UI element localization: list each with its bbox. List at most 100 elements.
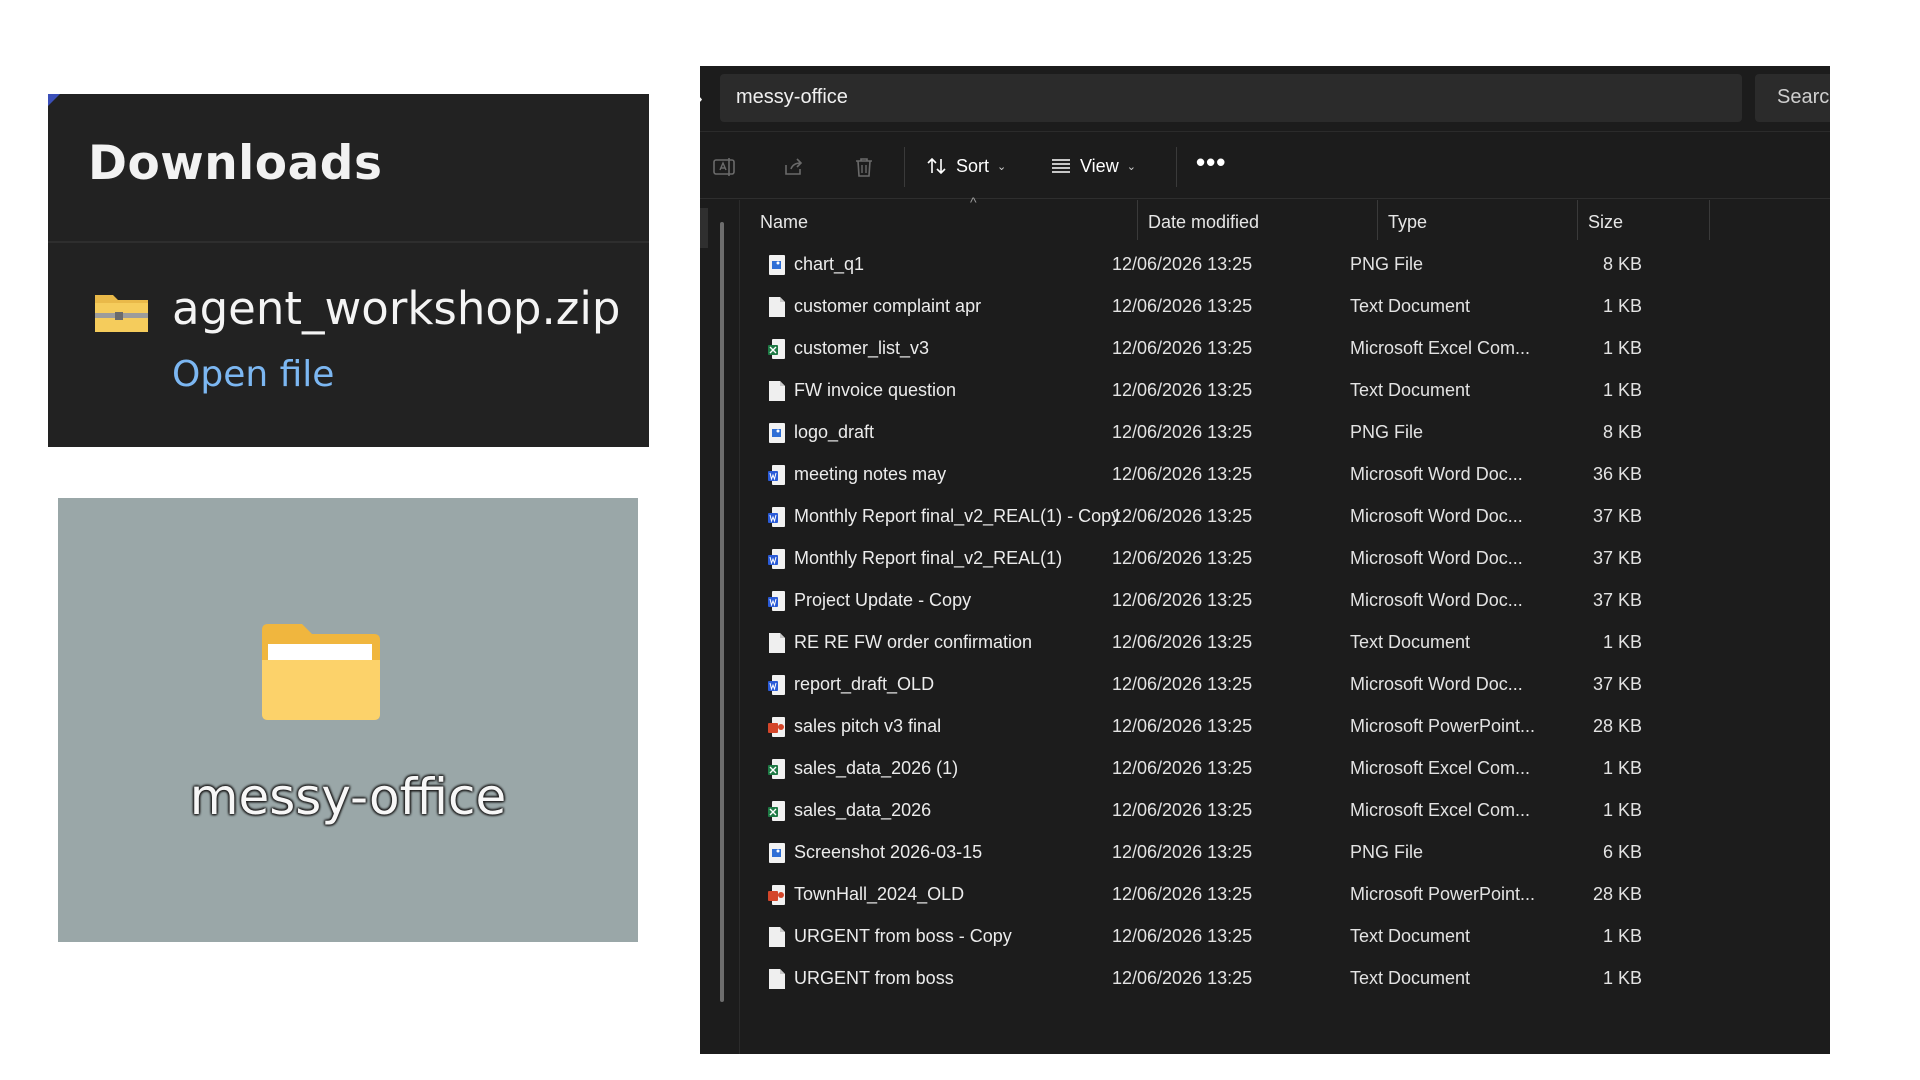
- file-row[interactable]: Monthly Report final_v2_REAL(1) - Copy 12…: [740, 497, 1830, 539]
- date-modified: 12/06/2026 13:25: [1112, 842, 1253, 862]
- column-header-name[interactable]: Name ^: [750, 194, 1138, 240]
- nav-scrollbar[interactable]: [720, 222, 724, 1002]
- file-explorer-window: › messy-office Search: [700, 66, 1830, 1054]
- chevron-right-icon[interactable]: ›: [700, 88, 703, 111]
- date-modified: 12/06/2026 13:25: [1112, 506, 1253, 526]
- file-row[interactable]: URGENT from boss - Copy 12/06/2026 13:25 T…: [740, 917, 1830, 959]
- file-type: PNG File: [1350, 422, 1424, 442]
- open-file-link[interactable]: Open file: [172, 354, 334, 395]
- zip-folder-icon: [95, 295, 148, 332]
- date-modified: 12/06/2026 13:25: [1112, 548, 1253, 568]
- file-size: 28 KB: [1592, 716, 1642, 736]
- rename-icon[interactable]: [712, 155, 736, 179]
- png-file-icon: [769, 255, 785, 275]
- file-size: 37 KB: [1592, 506, 1642, 526]
- txt-file-icon: [769, 297, 785, 317]
- file-name: FW invoice question: [794, 380, 957, 400]
- download-file-name[interactable]: agent_workshop.zip: [172, 282, 620, 335]
- txt-file-icon: [769, 633, 785, 653]
- date-modified: 12/06/2026 13:25: [1112, 968, 1253, 988]
- search-input[interactable]: Search: [1755, 74, 1830, 122]
- file-row[interactable]: URGENT from boss 12/06/2026 13:25 Text Doc…: [740, 959, 1830, 1001]
- column-header-date[interactable]: Date modified: [1138, 200, 1378, 240]
- file-row[interactable]: Monthly Report final_v2_REAL(1) 12/06/202…: [740, 539, 1830, 581]
- desktop-area: messy-office: [58, 498, 638, 942]
- file-name: sales_data_2026 (1): [794, 758, 959, 778]
- file-row[interactable]: chart_q1 12/06/2026 13:25 PNG File 8 KB: [740, 245, 1830, 287]
- txt-file-icon: [769, 969, 785, 989]
- file-name: logo_draft: [794, 422, 875, 442]
- file-size: 37 KB: [1592, 590, 1642, 610]
- file-type: Microsoft Excel Com...: [1350, 338, 1531, 358]
- chevron-down-icon: ⌄: [1126, 160, 1136, 173]
- file-row[interactable]: meeting notes may 12/06/2026 13:25 Microso…: [740, 455, 1830, 497]
- date-modified: 12/06/2026 13:25: [1112, 632, 1253, 652]
- doc-file-icon: [768, 549, 785, 569]
- file-row[interactable]: sales_data_2026 12/06/2026 13:25 Microsoft…: [740, 791, 1830, 833]
- view-list-icon: [1052, 159, 1070, 173]
- file-size: 8 KB: [1602, 422, 1642, 442]
- date-modified: 12/06/2026 13:25: [1112, 590, 1253, 610]
- date-modified: 12/06/2026 13:25: [1112, 926, 1253, 946]
- column-type-label: Type: [1388, 212, 1428, 232]
- file-row[interactable]: sales_data_2026 (1) 12/06/2026 13:25 Micro…: [740, 749, 1830, 791]
- file-type: Text Document: [1350, 296, 1471, 316]
- file-type: Microsoft Word Doc...: [1350, 674, 1523, 694]
- file-type: PNG File: [1350, 842, 1424, 862]
- png-file-icon: [769, 423, 785, 443]
- file-type: Microsoft Word Doc...: [1350, 590, 1523, 610]
- file-size: 36 KB: [1592, 464, 1642, 484]
- file-size: 37 KB: [1592, 548, 1642, 568]
- file-row[interactable]: Project Update - Copy 12/06/2026 13:25 Mic…: [740, 581, 1830, 623]
- more-options-icon[interactable]: •••: [1196, 147, 1226, 178]
- file-type: Microsoft Word Doc...: [1350, 464, 1523, 484]
- file-size: 37 KB: [1592, 674, 1642, 694]
- file-row[interactable]: TownHall_2024_OLD 12/06/2026 13:25 Microso…: [740, 875, 1830, 917]
- sort-icon: [927, 157, 946, 175]
- file-row[interactable]: Screenshot 2026-03-15 12/06/2026 13:25 PNG…: [740, 833, 1830, 875]
- chevron-down-icon: ⌄: [997, 160, 1007, 173]
- date-modified: 12/06/2026 13:25: [1112, 422, 1253, 442]
- ppt-file-icon: [768, 885, 785, 905]
- column-header-size[interactable]: Size: [1578, 200, 1710, 240]
- file-size: 1 KB: [1602, 926, 1642, 946]
- file-type: Text Document: [1350, 380, 1471, 400]
- date-modified: 12/06/2026 13:25: [1112, 884, 1253, 904]
- file-row[interactable]: customer_list_v3 12/06/2026 13:25 Microsof…: [740, 329, 1830, 371]
- file-size: 1 KB: [1602, 380, 1642, 400]
- file-size: 1 KB: [1602, 968, 1642, 988]
- command-bar: Sort ⌄ View ⌄ •••: [700, 133, 1830, 199]
- xls-file-icon: [768, 339, 785, 359]
- doc-file-icon: [768, 465, 785, 485]
- delete-icon[interactable]: [852, 155, 876, 179]
- navigation-pane: [700, 200, 740, 1054]
- date-modified: 12/06/2026 13:25: [1112, 464, 1253, 484]
- file-row[interactable]: sales pitch v3 final 12/06/2026 13:25 Micr…: [740, 707, 1830, 749]
- file-row[interactable]: logo_draft 12/06/2026 13:25 PNG File 8 KB: [740, 413, 1830, 455]
- file-name: chart_q1: [794, 254, 865, 274]
- file-row[interactable]: FW invoice question 12/06/2026 13:25 Text …: [740, 371, 1830, 413]
- file-name: Project Update - Copy: [794, 590, 972, 610]
- file-size: 1 KB: [1602, 296, 1642, 316]
- file-name: report_draft_OLD: [794, 674, 935, 694]
- share-icon[interactable]: [782, 155, 806, 179]
- file-row[interactable]: RE RE FW order confirmation 12/06/2026 13…: [740, 623, 1830, 665]
- downloads-panel: Downloads agent_workshop.zip Open file: [48, 94, 649, 447]
- file-row[interactable]: report_draft_OLD 12/06/2026 13:25 Microsof…: [740, 665, 1830, 707]
- sort-button[interactable]: Sort ⌄: [926, 151, 1006, 181]
- file-name: Monthly Report final_v2_REAL(1): [794, 548, 1063, 568]
- address-bar[interactable]: messy-office: [720, 74, 1742, 122]
- file-name: URGENT from boss: [794, 968, 954, 988]
- address-path: messy-office: [736, 86, 848, 108]
- screen: Downloads agent_workshop.zip Open file m…: [0, 0, 1920, 1080]
- folder-icon[interactable]: [258, 622, 384, 722]
- nav-pane-handle[interactable]: [700, 208, 708, 248]
- column-name-label: Name: [760, 212, 809, 232]
- view-button[interactable]: View ⌄: [1050, 151, 1136, 181]
- folder-label[interactable]: messy-office: [58, 768, 638, 826]
- date-modified: 12/06/2026 13:25: [1112, 380, 1253, 400]
- toolbar-separator: [904, 147, 905, 187]
- date-modified: 12/06/2026 13:25: [1112, 338, 1253, 358]
- column-header-type[interactable]: Type: [1378, 200, 1578, 240]
- file-row[interactable]: customer complaint apr 12/06/2026 13:25 Te…: [740, 287, 1830, 329]
